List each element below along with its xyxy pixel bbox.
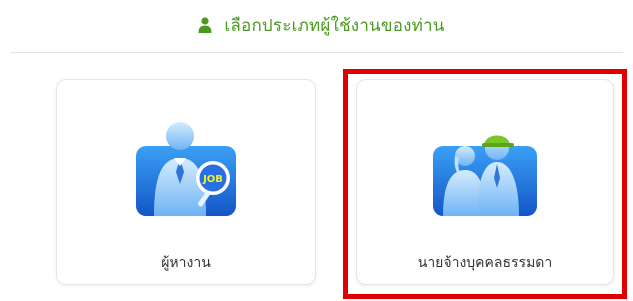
job-seeker-card[interactable]: JOB ผู้หางาน bbox=[56, 79, 316, 285]
header-inner: เลือกประเภทผู้ใช้งานของท่าน bbox=[198, 12, 444, 39]
individual-employer-label: นายจ้างบุคคลธรรมดา bbox=[417, 255, 553, 271]
user-icon bbox=[198, 17, 212, 33]
job-seeker-label: ผู้หางาน bbox=[161, 255, 211, 271]
individual-employer-card[interactable]: นายจ้างบุคคลธรรมดา bbox=[356, 79, 614, 285]
page-header: เลือกประเภทผู้ใช้งานของท่าน bbox=[0, 0, 633, 50]
page-title: เลือกประเภทผู้ใช้งานของท่าน bbox=[224, 15, 445, 36]
employer-people-icon bbox=[433, 135, 537, 216]
job-badge-text: JOB bbox=[202, 174, 223, 185]
job-seeker-search-icon: JOB bbox=[136, 122, 236, 216]
header-divider bbox=[10, 52, 623, 53]
